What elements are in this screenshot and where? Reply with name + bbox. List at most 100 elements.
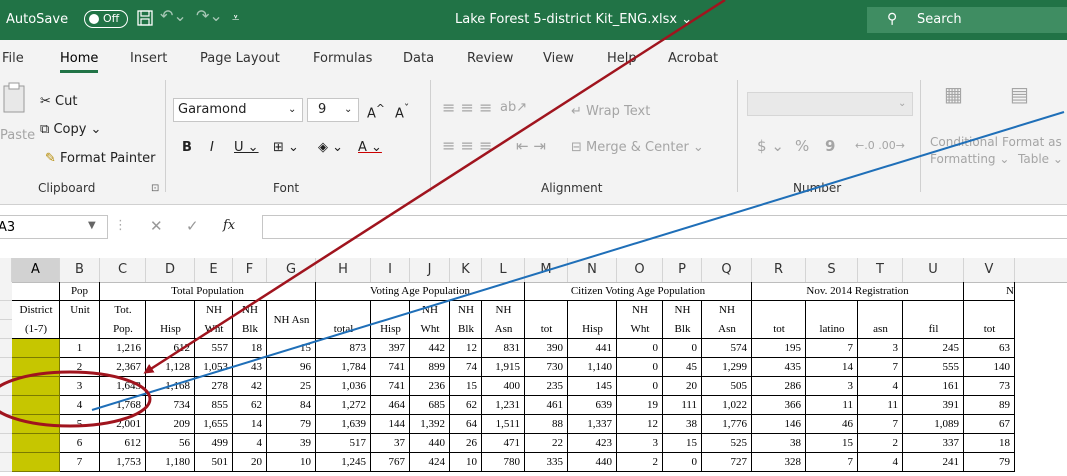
format-painter-button[interactable]: ✎ Format Painter — [45, 151, 156, 167]
format-as-table-icon[interactable]: ▤ — [1010, 84, 1029, 104]
column-header-l[interactable]: L — [482, 258, 525, 282]
underline-icon[interactable]: U ⌄ — [234, 140, 259, 156]
row-header[interactable] — [0, 358, 12, 377]
align-left-icon[interactable]: ≡ ≡ ≡ — [442, 138, 492, 154]
tab-view[interactable]: View — [543, 51, 574, 67]
wrap-text-button[interactable]: ↵ Wrap Text — [571, 104, 650, 120]
search-box[interactable]: ⚲ Search — [867, 7, 1067, 33]
row-header[interactable] — [0, 396, 12, 415]
tab-insert[interactable]: Insert — [130, 51, 167, 67]
name-box[interactable]: A3 ▼ — [0, 215, 108, 239]
row-header[interactable] — [0, 415, 12, 434]
row-header[interactable] — [0, 339, 12, 358]
tab-help[interactable]: Help — [607, 51, 637, 67]
italic-icon[interactable]: I — [210, 140, 214, 156]
row-header[interactable] — [0, 453, 12, 472]
font-name-select[interactable]: Garamond ⌄ — [173, 98, 303, 122]
comma-button[interactable]: 9 — [825, 138, 835, 154]
table-cell: 1,299 — [702, 358, 752, 377]
district-input-cell[interactable] — [12, 339, 60, 358]
autosave-label: AutoSave — [6, 12, 69, 27]
ribbon-tabs: File Home Insert Page Layout Formulas Da… — [0, 40, 1067, 74]
copy-button[interactable]: ⧉ Copy ⌄ — [40, 122, 101, 138]
shrink-font-icon[interactable]: Aˇ — [395, 101, 409, 122]
row-header[interactable] — [0, 301, 12, 320]
formula-input[interactable] — [262, 215, 1067, 239]
paste-button[interactable]: Paste — [0, 82, 35, 162]
nh-label: NH — [242, 304, 258, 316]
row-header[interactable] — [0, 434, 12, 453]
tab-review[interactable]: Review — [467, 51, 513, 67]
tab-file[interactable]: File — [2, 51, 24, 67]
district-input-cell[interactable] — [12, 396, 60, 415]
column-header-e[interactable]: E — [195, 258, 233, 282]
save-icon[interactable] — [137, 10, 153, 31]
merge-center-button[interactable]: ⊟ Merge & Center ⌄ — [571, 140, 704, 156]
tab-formulas[interactable]: Formulas — [313, 51, 372, 67]
cut-button[interactable]: ✂ Cut — [40, 94, 77, 110]
column-header-p[interactable]: P — [663, 258, 702, 282]
column-header-d[interactable]: D — [146, 258, 195, 282]
column-header-j[interactable]: J — [410, 258, 450, 282]
column-header-s[interactable]: S — [806, 258, 858, 282]
column-header-k[interactable]: K — [450, 258, 482, 282]
chevron-down-icon: ⌄ — [898, 98, 907, 109]
format-as-table-button[interactable]: Format as — [1002, 134, 1062, 150]
customize-toolbar-icon[interactable]: ⩡ — [232, 11, 239, 27]
align-top-icon[interactable]: ≡ ≡ ≡ — [442, 100, 492, 116]
grow-font-icon[interactable]: A^ — [367, 101, 385, 122]
autosave-toggle[interactable]: Off — [84, 10, 128, 28]
district-input-cell[interactable] — [12, 415, 60, 434]
column-header-i[interactable]: I — [371, 258, 410, 282]
conditional-formatting-icon[interactable]: ▦ — [944, 84, 963, 104]
district-input-cell[interactable] — [12, 358, 60, 377]
bold-icon[interactable]: B — [182, 140, 192, 156]
row-header[interactable] — [0, 282, 12, 301]
tab-page-layout[interactable]: Page Layout — [200, 51, 280, 67]
district-input-cell[interactable] — [12, 453, 60, 472]
cancel-icon[interactable]: ✕ — [150, 218, 163, 234]
orientation-icon[interactable]: ab↗ — [500, 100, 527, 116]
select-all-corner[interactable] — [0, 258, 12, 282]
insert-function-icon[interactable]: fx — [223, 218, 235, 234]
borders-icon[interactable]: ⊞ ⌄ — [273, 140, 299, 156]
column-header-q[interactable]: Q — [702, 258, 752, 282]
column-header-g[interactable]: G — [267, 258, 316, 282]
column-header-m[interactable]: M — [525, 258, 568, 282]
district-input-cell[interactable] — [12, 377, 60, 396]
column-header-b[interactable]: B — [60, 258, 100, 282]
decimal-icon[interactable]: ←.0 .00→ — [855, 138, 905, 154]
percent-button[interactable]: % — [795, 138, 809, 154]
copy-label: Copy — [53, 122, 87, 137]
table-cell: 4 — [858, 377, 903, 396]
launcher-icon[interactable]: ⊡ — [151, 181, 159, 197]
row-header[interactable] — [0, 377, 12, 396]
indent-icon[interactable]: ⇤ ⇥ — [516, 138, 546, 154]
tab-data[interactable]: Data — [403, 51, 434, 67]
column-header-a[interactable]: A — [12, 258, 60, 282]
district-input-cell[interactable] — [12, 434, 60, 453]
number-format-select[interactable]: ⌄ — [747, 92, 913, 116]
column-header-v[interactable]: V — [964, 258, 1015, 282]
undo-icon[interactable]: ↶⌄ — [160, 8, 187, 24]
document-title[interactable]: Lake Forest 5-district Kit_ENG.xlsx ⌄ — [455, 12, 692, 28]
enter-icon[interactable]: ✓ — [186, 218, 199, 234]
currency-button[interactable]: $ ⌄ — [757, 138, 784, 154]
fill-color-icon[interactable]: ◈ ⌄ — [318, 140, 343, 156]
row-header[interactable] — [0, 320, 12, 339]
column-header-n[interactable]: N — [568, 258, 617, 282]
conditional-formatting-button[interactable]: Conditional — [930, 134, 998, 150]
redo-icon[interactable]: ↷⌄ — [196, 8, 223, 24]
font-size-select[interactable]: 9 ⌄ — [307, 98, 359, 122]
column-header-u[interactable]: U — [903, 258, 964, 282]
column-header-r[interactable]: R — [752, 258, 806, 282]
tab-home[interactable]: Home — [60, 51, 99, 73]
font-color-icon[interactable]: A ⌄ — [358, 140, 382, 156]
column-header-c[interactable]: C — [100, 258, 146, 282]
column-header-h[interactable]: H — [316, 258, 371, 282]
column-header-t[interactable]: T — [858, 258, 903, 282]
tab-acrobat[interactable]: Acrobat — [668, 51, 718, 67]
group-label-font: Font — [273, 181, 300, 195]
column-header-f[interactable]: F — [233, 258, 267, 282]
column-header-o[interactable]: O — [617, 258, 663, 282]
